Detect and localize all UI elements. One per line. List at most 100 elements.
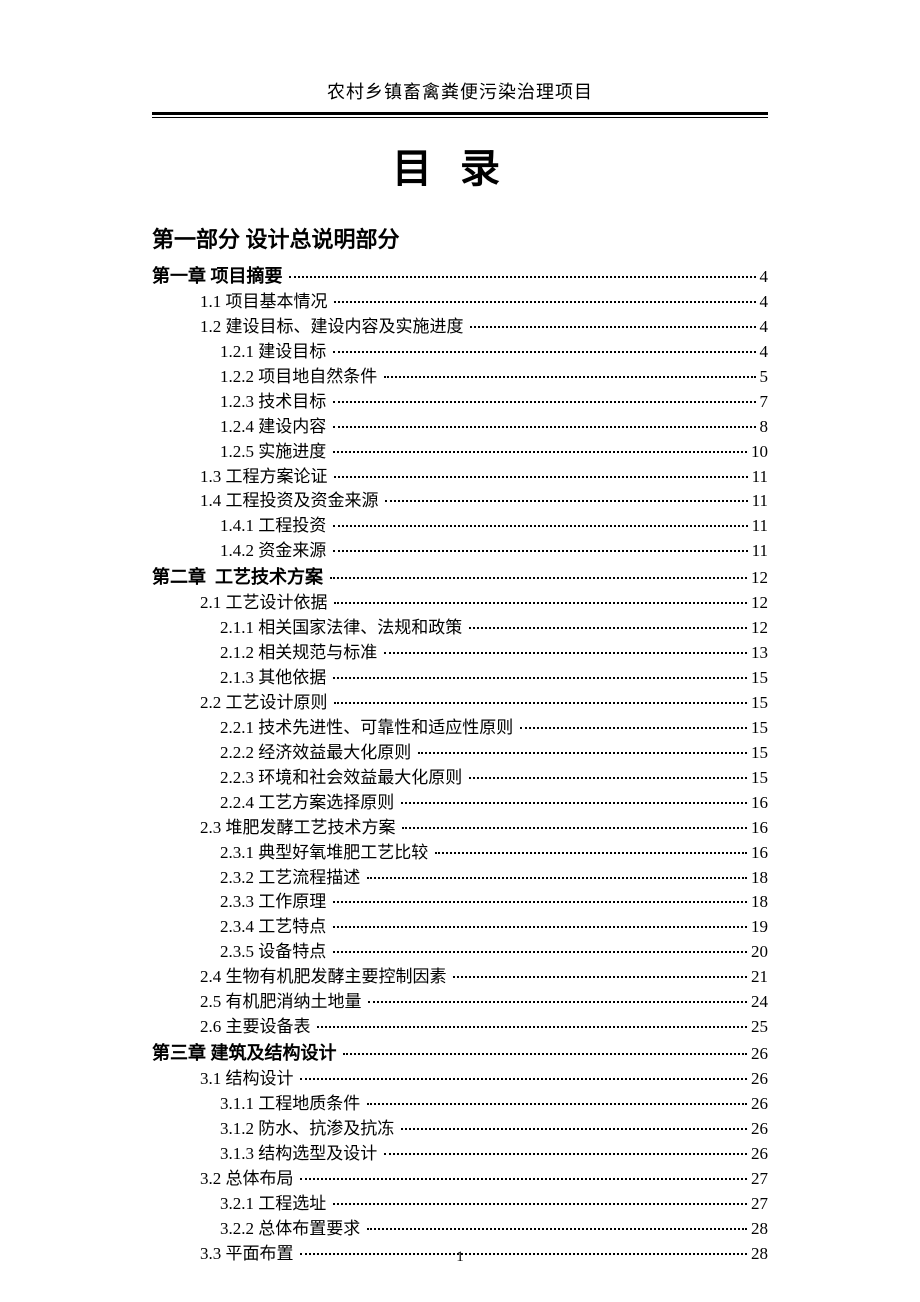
toc-entry-page: 10 [749,441,768,464]
toc-leader-dots [333,451,748,453]
toc-leader-dots [333,1203,748,1205]
toc-entry-label: 3.2.2 总体布置要求 [152,1218,365,1241]
toc-entry-page: 15 [749,742,768,765]
toc-leader-dots [289,276,756,278]
toc-entry-page: 18 [749,891,768,914]
toc-entry-page: 13 [749,642,768,665]
toc-entry-label: 2.2.1 技术先进性、可靠性和适应性原则 [152,717,518,740]
toc-entry-label: 1.4.2 资金来源 [152,540,331,563]
toc-entry-page: 4 [758,291,769,314]
toc-leader-dots [435,852,748,854]
toc-entry-page: 5 [758,366,769,389]
toc-entry: 2.2.4 工艺方案选择原则 16 [152,792,768,815]
toc-leader-dots [330,577,748,579]
toc-entry: 2.3.3 工作原理 18 [152,891,768,914]
toc-entry-label: 2.3.2 工艺流程描述 [152,867,365,890]
toc-leader-dots [418,752,748,754]
toc-entry: 1.2 建设目标、建设内容及实施进度 4 [152,316,768,339]
toc-entry-label: 1.2.4 建设内容 [152,416,331,439]
toc-entry-page: 21 [749,966,768,989]
toc-entry-label: 2.3.1 典型好氧堆肥工艺比较 [152,842,433,865]
toc-entry-label: 3.1.1 工程地质条件 [152,1093,365,1116]
toc-entry: 2.2 工艺设计原则 15 [152,692,768,715]
toc-entry: 3.1.1 工程地质条件 26 [152,1093,768,1116]
toc-leader-dots [367,1103,748,1105]
page-number: 1 [0,1249,920,1266]
toc-entry: 第二章 工艺技术方案 12 [152,565,768,590]
toc-leader-dots [367,877,748,879]
toc-entry: 1.4.2 资金来源 11 [152,540,768,563]
toc-entry-page: 26 [749,1143,768,1166]
toc-entry: 2.2.1 技术先进性、可靠性和适应性原则 15 [152,717,768,740]
toc-entry-label: 2.2 工艺设计原则 [152,692,332,715]
toc-entry-page: 12 [749,617,768,640]
toc-entry-label: 2.1 工艺设计依据 [152,592,332,615]
toc-entry: 3.1.3 结构选型及设计 26 [152,1143,768,1166]
toc-leader-dots [334,476,748,478]
toc-entry-label: 3.2.1 工程选址 [152,1193,331,1216]
toc-leader-dots [334,301,756,303]
toc-entry-label: 2.1.1 相关国家法律、法规和政策 [152,617,467,640]
toc-entry: 1.1 项目基本情况 4 [152,291,768,314]
table-of-contents: 第一章 项目摘要 41.1 项目基本情况 41.2 建设目标、建设内容及实施进度… [152,264,768,1266]
toc-entry-label: 1.2.5 实施进度 [152,441,331,464]
toc-entry-label: 1.4.1 工程投资 [152,515,331,538]
toc-entry-label: 3.1 结构设计 [152,1068,298,1091]
toc-leader-dots [300,1178,747,1180]
toc-entry-page: 16 [749,792,768,815]
toc-entry-label: 2.4 生物有机肥发酵主要控制因素 [152,966,451,989]
toc-entry: 1.3 工程方案论证 11 [152,466,768,489]
toc-leader-dots [333,677,748,679]
toc-entry: 2.3.5 设备特点 20 [152,941,768,964]
toc-entry: 2.2.3 环境和社会效益最大化原则 15 [152,767,768,790]
toc-entry-page: 11 [750,540,768,563]
toc-leader-dots [333,401,756,403]
toc-entry-label: 2.2.4 工艺方案选择原则 [152,792,399,815]
running-head: 农村乡镇畜禽粪便污染治理项目 [0,78,920,104]
toc-entry-label: 1.2.1 建设目标 [152,341,331,364]
toc-entry: 2.3.2 工艺流程描述 18 [152,867,768,890]
toc-entry: 2.3.4 工艺特点 19 [152,916,768,939]
toc-leader-dots [384,1153,748,1155]
toc-entry: 第一章 项目摘要 4 [152,264,768,289]
toc-leader-dots [367,1228,748,1230]
toc-entry-page: 11 [750,515,768,538]
toc-entry: 1.4 工程投资及资金来源 11 [152,490,768,513]
toc-entry-label: 2.2.2 经济效益最大化原则 [152,742,416,765]
toc-entry-label: 2.3.4 工艺特点 [152,916,331,939]
toc-entry-label: 第一章 项目摘要 [152,264,287,288]
toc-entry: 2.4 生物有机肥发酵主要控制因素 21 [152,966,768,989]
toc-entry-label: 2.6 主要设备表 [152,1016,315,1039]
toc-entry-label: 1.1 项目基本情况 [152,291,332,314]
toc-entry-page: 16 [749,817,768,840]
toc-leader-dots [384,376,756,378]
toc-entry-page: 25 [749,1016,768,1039]
toc-leader-dots [300,1078,747,1080]
toc-entry: 2.1.1 相关国家法律、法规和政策 12 [152,617,768,640]
toc-entry-page: 15 [749,667,768,690]
toc-entry-label: 1.3 工程方案论证 [152,466,332,489]
toc-leader-dots [402,827,747,829]
toc-entry: 2.1.2 相关规范与标准 13 [152,642,768,665]
toc-entry-page: 15 [749,767,768,790]
toc-entry-label: 2.3 堆肥发酵工艺技术方案 [152,817,400,840]
toc-entry-label: 1.2.3 技术目标 [152,391,331,414]
toc-entry-page: 16 [749,842,768,865]
toc-leader-dots [333,951,748,953]
toc-entry: 2.3 堆肥发酵工艺技术方案 16 [152,817,768,840]
toc-leader-dots [453,976,747,978]
toc-entry-label: 2.1.2 相关规范与标准 [152,642,382,665]
toc-leader-dots [343,1053,747,1055]
toc-leader-dots [469,777,748,779]
toc-entry-label: 1.2.2 项目地自然条件 [152,366,382,389]
toc-leader-dots [334,702,747,704]
toc-entry: 2.1 工艺设计依据 12 [152,592,768,615]
toc-leader-dots [334,602,747,604]
toc-entry: 2.2.2 经济效益最大化原则 15 [152,742,768,765]
toc-entry: 1.2.3 技术目标 7 [152,391,768,414]
toc-entry: 1.2.1 建设目标 4 [152,341,768,364]
toc-entry-label: 2.2.3 环境和社会效益最大化原则 [152,767,467,790]
toc-entry-page: 26 [749,1043,768,1066]
toc-leader-dots [333,550,748,552]
toc-entry-label: 2.3.3 工作原理 [152,891,331,914]
